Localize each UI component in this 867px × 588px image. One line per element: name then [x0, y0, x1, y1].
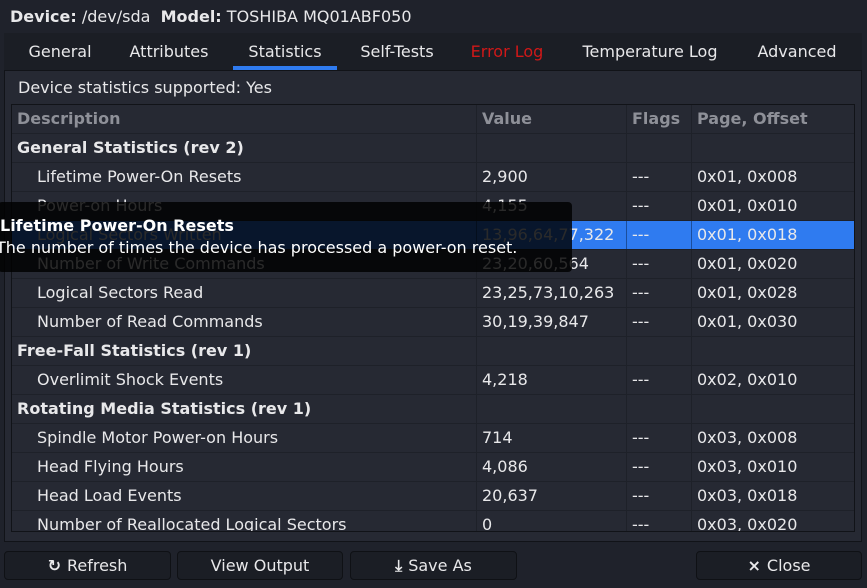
cell-value: [476, 395, 626, 423]
cell-description: Lifetime Power-On Resets: [37, 167, 242, 186]
cell-flags: ---: [626, 192, 691, 220]
cell-description: Head Flying Hours: [37, 457, 184, 476]
tab-advanced[interactable]: Advanced: [748, 33, 846, 70]
cell-flags: [626, 337, 691, 365]
cell-flags: ---: [626, 221, 691, 249]
cell-description: Number of Reallocated Logical Sectors: [37, 515, 347, 532]
tooltip: [0, 202, 572, 272]
cell-flags: ---: [626, 308, 691, 336]
cell-page-offset: [691, 395, 854, 423]
cell-description: Free-Fall Statistics (rev 1): [17, 341, 252, 360]
close-button[interactable]: × Close: [696, 551, 862, 580]
cell-flags: ---: [626, 424, 691, 452]
cell-value: 20,637: [476, 482, 626, 510]
column-header-page-offset[interactable]: Page, Offset: [691, 105, 854, 133]
model-label: Model:: [160, 7, 222, 26]
tab-bar: General Attributes Statistics Self-Tests…: [4, 33, 862, 71]
table-row[interactable]: Head Load Events 20,637 --- 0x03, 0x018: [12, 482, 854, 511]
cell-page-offset: 0x03, 0x018: [691, 482, 854, 510]
cell-value: 4,086: [476, 453, 626, 481]
cell-page-offset: 0x01, 0x010: [691, 192, 854, 220]
refresh-button[interactable]: ↻ Refresh: [4, 551, 171, 580]
column-header-value[interactable]: Value: [476, 105, 626, 133]
cell-flags: ---: [626, 163, 691, 191]
view-output-label: View Output: [210, 556, 310, 575]
cell-flags: [626, 134, 691, 162]
close-icon: ×: [747, 556, 761, 575]
refresh-icon: ↻: [47, 556, 61, 575]
cell-page-offset: [691, 337, 854, 365]
table-row[interactable]: Overlimit Shock Events 4,218 --- 0x02, 0x01…: [12, 366, 854, 395]
save-as-label: Save As: [408, 556, 472, 575]
cell-value: [476, 337, 626, 365]
cell-page-offset: 0x01, 0x030: [691, 308, 854, 336]
statistics-table[interactable]: Description Value Flags Page, Offset Gen…: [11, 104, 855, 532]
cell-value: [476, 134, 626, 162]
cell-page-offset: 0x03, 0x010: [691, 453, 854, 481]
table-section-row[interactable]: General Statistics (rev 2): [12, 134, 854, 163]
cell-flags: ---: [626, 250, 691, 278]
cell-description: Logical Sectors Read: [37, 283, 204, 302]
cell-description: Overlimit Shock Events: [37, 370, 224, 389]
cell-description: Number of Read Commands: [37, 312, 263, 331]
cell-flags: ---: [626, 482, 691, 510]
cell-page-offset: 0x01, 0x028: [691, 279, 854, 307]
cell-page-offset: 0x01, 0x008: [691, 163, 854, 191]
tab-self-tests[interactable]: Self-Tests: [350, 33, 444, 70]
table-row[interactable]: Number of Reallocated Logical Sectors 0 --…: [12, 511, 854, 532]
tab-temperature-log[interactable]: Temperature Log: [572, 33, 728, 70]
cell-flags: ---: [626, 511, 691, 531]
tooltip-body: The number of times the device has proce…: [0, 238, 518, 257]
cell-value: 4,218: [476, 366, 626, 394]
cell-description: Rotating Media Statistics (rev 1): [17, 399, 312, 418]
table-row[interactable]: Head Flying Hours 4,086 --- 0x03, 0x010: [12, 453, 854, 482]
cell-page-offset: 0x02, 0x010: [691, 366, 854, 394]
column-header-description[interactable]: Description: [12, 105, 476, 133]
cell-value: 0: [476, 511, 626, 531]
view-output-button[interactable]: View Output: [177, 551, 343, 580]
table-row[interactable]: Lifetime Power-On Resets 2,900 --- 0x01, 0x…: [12, 163, 854, 192]
statistics-supported-label: Device statistics supported: Yes: [18, 78, 272, 97]
tab-attributes[interactable]: Attributes: [116, 33, 222, 70]
tooltip-title: Lifetime Power-On Resets: [0, 216, 234, 235]
cell-description: General Statistics (rev 2): [17, 138, 244, 157]
tab-error-log[interactable]: Error Log: [462, 33, 552, 70]
cell-value: 30,19,39,847: [476, 308, 626, 336]
table-header: Description Value Flags Page, Offset: [12, 105, 854, 134]
cell-flags: ---: [626, 279, 691, 307]
cell-page-offset: 0x01, 0x020: [691, 250, 854, 278]
table-section-row[interactable]: Rotating Media Statistics (rev 1): [12, 395, 854, 424]
cell-page-offset: 0x03, 0x008: [691, 424, 854, 452]
cell-value: 23,25,73,10,263: [476, 279, 626, 307]
cell-flags: [626, 395, 691, 423]
column-header-flags[interactable]: Flags: [626, 105, 691, 133]
table-row[interactable]: Spindle Motor Power-on Hours 714 --- 0x03, …: [12, 424, 854, 453]
cell-description: Head Load Events: [37, 486, 182, 505]
table-row[interactable]: Number of Read Commands 30,19,39,847 --- 0x…: [12, 308, 854, 337]
tab-statistics[interactable]: Statistics: [233, 33, 337, 70]
cell-page-offset: 0x03, 0x020: [691, 511, 854, 531]
table-row[interactable]: Logical Sectors Read 23,25,73,10,263 --- 0x…: [12, 279, 854, 308]
cell-description: Spindle Motor Power-on Hours: [37, 428, 279, 447]
model-name: TOSHIBA MQ01ABF050: [226, 7, 412, 26]
refresh-label: Refresh: [66, 556, 128, 575]
close-label: Close: [766, 556, 811, 575]
cell-flags: ---: [626, 453, 691, 481]
tab-general[interactable]: General: [14, 33, 106, 70]
cell-flags: ---: [626, 366, 691, 394]
cell-page-offset: [691, 134, 854, 162]
table-section-row[interactable]: Free-Fall Statistics (rev 1): [12, 337, 854, 366]
device-path: /dev/sda: [81, 7, 151, 26]
save-icon: ⤓: [395, 556, 403, 575]
device-header: Device: /dev/sda Model: TOSHIBA MQ01ABF0…: [10, 5, 412, 29]
cell-value: 714: [476, 424, 626, 452]
cell-page-offset: 0x01, 0x018: [691, 221, 854, 249]
cell-value: 2,900: [476, 163, 626, 191]
save-as-button[interactable]: ⤓ Save As: [350, 551, 517, 580]
device-label: Device:: [10, 7, 77, 26]
